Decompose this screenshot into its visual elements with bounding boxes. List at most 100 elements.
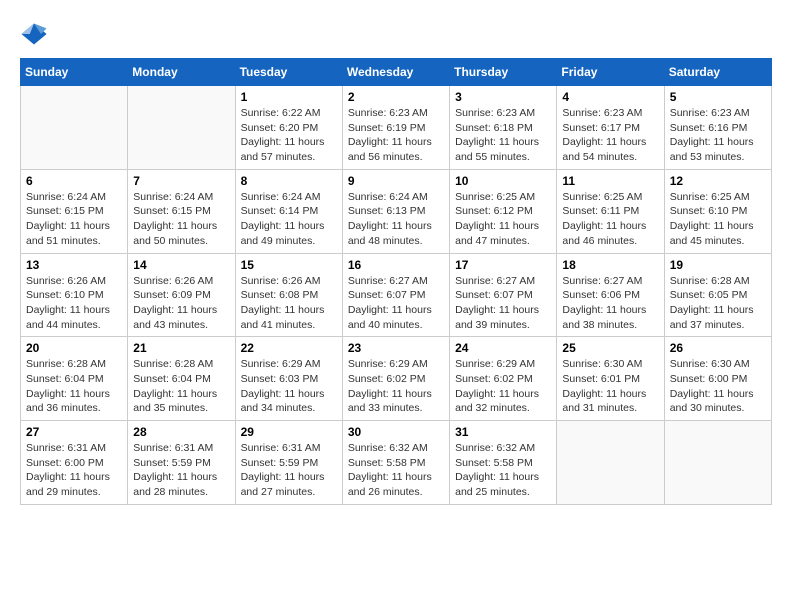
day-info: Sunrise: 6:32 AMSunset: 5:58 PMDaylight:… (455, 441, 551, 500)
weekday-header: Friday (557, 59, 664, 86)
day-number: 21 (133, 341, 229, 355)
day-number: 6 (26, 174, 122, 188)
logo (20, 20, 52, 48)
day-number: 8 (241, 174, 337, 188)
day-number: 10 (455, 174, 551, 188)
calendar-week-row: 20 Sunrise: 6:28 AMSunset: 6:04 PMDayligh… (21, 337, 772, 421)
day-info: Sunrise: 6:24 AMSunset: 6:15 PMDaylight:… (26, 190, 122, 249)
day-info: Sunrise: 6:22 AMSunset: 6:20 PMDaylight:… (241, 106, 337, 165)
day-info: Sunrise: 6:28 AMSunset: 6:04 PMDaylight:… (133, 357, 229, 416)
calendar-cell: 11 Sunrise: 6:25 AMSunset: 6:11 PMDayligh… (557, 169, 664, 253)
calendar-cell (21, 86, 128, 170)
day-info: Sunrise: 6:29 AMSunset: 6:02 PMDaylight:… (455, 357, 551, 416)
calendar-cell: 21 Sunrise: 6:28 AMSunset: 6:04 PMDayligh… (128, 337, 235, 421)
calendar-week-row: 13Sunrise: 6:26 AMSunset: 6:10 PMDayligh… (21, 253, 772, 337)
day-info: Sunrise: 6:30 AMSunset: 6:00 PMDaylight:… (670, 357, 766, 416)
calendar-cell: 7 Sunrise: 6:24 AMSunset: 6:15 PMDaylight… (128, 169, 235, 253)
day-info: Sunrise: 6:26 AMSunset: 6:09 PMDaylight:… (133, 274, 229, 333)
day-info: Sunrise: 6:32 AMSunset: 5:58 PMDaylight:… (348, 441, 444, 500)
calendar-cell: 17 Sunrise: 6:27 AMSunset: 6:07 PMDayligh… (450, 253, 557, 337)
calendar-cell: 28Sunrise: 6:31 AMSunset: 5:59 PMDayligh… (128, 421, 235, 505)
calendar-cell: 31 Sunrise: 6:32 AMSunset: 5:58 PMDayligh… (450, 421, 557, 505)
calendar-cell: 20 Sunrise: 6:28 AMSunset: 6:04 PMDayligh… (21, 337, 128, 421)
day-number: 16 (348, 258, 444, 272)
calendar-cell: 4 Sunrise: 6:23 AMSunset: 6:17 PMDaylight… (557, 86, 664, 170)
weekday-header: Wednesday (342, 59, 449, 86)
day-number: 14 (133, 258, 229, 272)
day-number: 11 (562, 174, 658, 188)
day-number: 7 (133, 174, 229, 188)
calendar-cell: 5Sunrise: 6:23 AMSunset: 6:16 PMDaylight… (664, 86, 771, 170)
day-info: Sunrise: 6:25 AMSunset: 6:12 PMDaylight:… (455, 190, 551, 249)
day-number: 3 (455, 90, 551, 104)
calendar-cell: 1 Sunrise: 6:22 AMSunset: 6:20 PMDaylight… (235, 86, 342, 170)
day-number: 1 (241, 90, 337, 104)
day-info: Sunrise: 6:29 AMSunset: 6:02 PMDaylight:… (348, 357, 444, 416)
day-info: Sunrise: 6:27 AMSunset: 6:07 PMDaylight:… (455, 274, 551, 333)
calendar-cell: 12 Sunrise: 6:25 AMSunset: 6:10 PMDayligh… (664, 169, 771, 253)
calendar-cell: 26 Sunrise: 6:30 AMSunset: 6:00 PMDayligh… (664, 337, 771, 421)
weekday-header: Saturday (664, 59, 771, 86)
calendar-cell: 18Sunrise: 6:27 AMSunset: 6:06 PMDayligh… (557, 253, 664, 337)
calendar-cell: 16Sunrise: 6:27 AMSunset: 6:07 PMDayligh… (342, 253, 449, 337)
calendar-cell: 10 Sunrise: 6:25 AMSunset: 6:12 PMDayligh… (450, 169, 557, 253)
day-info: Sunrise: 6:23 AMSunset: 6:16 PMDaylight:… (670, 106, 766, 165)
calendar-cell (664, 421, 771, 505)
day-number: 26 (670, 341, 766, 355)
day-number: 20 (26, 341, 122, 355)
day-info: Sunrise: 6:26 AMSunset: 6:08 PMDaylight:… (241, 274, 337, 333)
day-info: Sunrise: 6:23 AMSunset: 6:17 PMDaylight:… (562, 106, 658, 165)
logo-icon (20, 20, 48, 48)
day-info: Sunrise: 6:26 AMSunset: 6:10 PMDaylight:… (26, 274, 122, 333)
weekday-header: Monday (128, 59, 235, 86)
day-number: 12 (670, 174, 766, 188)
day-info: Sunrise: 6:25 AMSunset: 6:10 PMDaylight:… (670, 190, 766, 249)
day-info: Sunrise: 6:30 AMSunset: 6:01 PMDaylight:… (562, 357, 658, 416)
day-info: Sunrise: 6:24 AMSunset: 6:14 PMDaylight:… (241, 190, 337, 249)
day-info: Sunrise: 6:27 AMSunset: 6:06 PMDaylight:… (562, 274, 658, 333)
day-info: Sunrise: 6:28 AMSunset: 6:04 PMDaylight:… (26, 357, 122, 416)
day-number: 17 (455, 258, 551, 272)
day-number: 29 (241, 425, 337, 439)
day-number: 25 (562, 341, 658, 355)
calendar-cell: 19Sunrise: 6:28 AMSunset: 6:05 PMDayligh… (664, 253, 771, 337)
day-number: 24 (455, 341, 551, 355)
calendar-cell: 23 Sunrise: 6:29 AMSunset: 6:02 PMDayligh… (342, 337, 449, 421)
day-number: 27 (26, 425, 122, 439)
day-number: 15 (241, 258, 337, 272)
calendar-cell: 6 Sunrise: 6:24 AMSunset: 6:15 PMDaylight… (21, 169, 128, 253)
calendar-cell: 14 Sunrise: 6:26 AMSunset: 6:09 PMDayligh… (128, 253, 235, 337)
calendar-cell: 9 Sunrise: 6:24 AMSunset: 6:13 PMDaylight… (342, 169, 449, 253)
day-info: Sunrise: 6:23 AMSunset: 6:19 PMDaylight:… (348, 106, 444, 165)
calendar-cell: 24 Sunrise: 6:29 AMSunset: 6:02 PMDayligh… (450, 337, 557, 421)
page-header (20, 20, 772, 48)
day-info: Sunrise: 6:31 AMSunset: 5:59 PMDaylight:… (241, 441, 337, 500)
day-info: Sunrise: 6:29 AMSunset: 6:03 PMDaylight:… (241, 357, 337, 416)
day-number: 19 (670, 258, 766, 272)
calendar-cell: 8 Sunrise: 6:24 AMSunset: 6:14 PMDaylight… (235, 169, 342, 253)
calendar-table: SundayMondayTuesdayWednesdayThursdayFrid… (20, 58, 772, 505)
day-info: Sunrise: 6:24 AMSunset: 6:15 PMDaylight:… (133, 190, 229, 249)
calendar-cell: 3Sunrise: 6:23 AMSunset: 6:18 PMDaylight… (450, 86, 557, 170)
day-number: 28 (133, 425, 229, 439)
day-number: 4 (562, 90, 658, 104)
calendar-week-row: 1 Sunrise: 6:22 AMSunset: 6:20 PMDaylight… (21, 86, 772, 170)
weekday-header: Sunday (21, 59, 128, 86)
calendar-cell: 15 Sunrise: 6:26 AMSunset: 6:08 PMDayligh… (235, 253, 342, 337)
calendar-cell: 13Sunrise: 6:26 AMSunset: 6:10 PMDayligh… (21, 253, 128, 337)
calendar-cell: 25 Sunrise: 6:30 AMSunset: 6:01 PMDayligh… (557, 337, 664, 421)
day-number: 9 (348, 174, 444, 188)
calendar-week-row: 6 Sunrise: 6:24 AMSunset: 6:15 PMDaylight… (21, 169, 772, 253)
calendar-cell: 27 Sunrise: 6:31 AMSunset: 6:00 PMDayligh… (21, 421, 128, 505)
day-number: 31 (455, 425, 551, 439)
day-info: Sunrise: 6:25 AMSunset: 6:11 PMDaylight:… (562, 190, 658, 249)
weekday-header: Thursday (450, 59, 557, 86)
calendar-cell (128, 86, 235, 170)
day-number: 22 (241, 341, 337, 355)
day-info: Sunrise: 6:31 AMSunset: 6:00 PMDaylight:… (26, 441, 122, 500)
calendar-cell: 30Sunrise: 6:32 AMSunset: 5:58 PMDayligh… (342, 421, 449, 505)
day-number: 23 (348, 341, 444, 355)
calendar-cell: 2Sunrise: 6:23 AMSunset: 6:19 PMDaylight… (342, 86, 449, 170)
day-info: Sunrise: 6:24 AMSunset: 6:13 PMDaylight:… (348, 190, 444, 249)
calendar-cell: 29 Sunrise: 6:31 AMSunset: 5:59 PMDayligh… (235, 421, 342, 505)
